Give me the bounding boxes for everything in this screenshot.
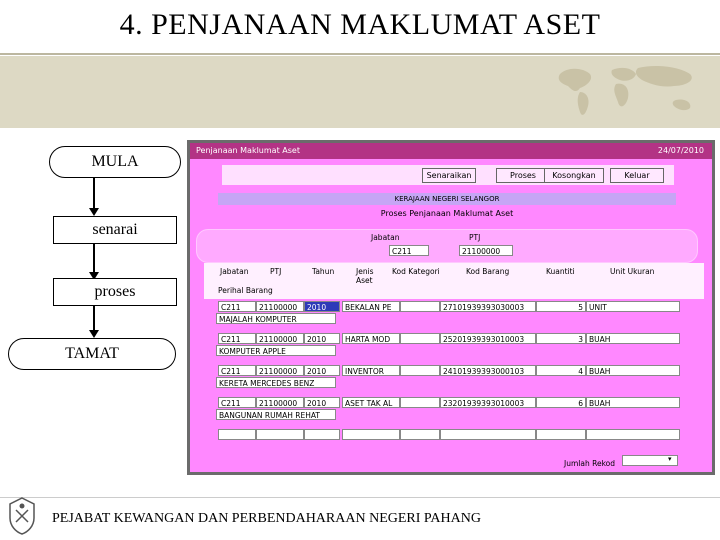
crest-logo-icon bbox=[9, 497, 35, 535]
cell-barang[interactable]: 23201939393010003 bbox=[440, 397, 536, 408]
proses-button[interactable]: Proses bbox=[496, 168, 550, 183]
cell-perihal[interactable]: KERETA MERCEDES BENZ bbox=[216, 377, 336, 388]
cell-empty[interactable] bbox=[342, 429, 400, 440]
cell-perihal[interactable]: MAJALAH KOMPUTER bbox=[216, 313, 336, 324]
cell-kategori[interactable] bbox=[400, 333, 440, 344]
cell-jabatan[interactable]: C211 bbox=[218, 301, 256, 312]
col-jabatan: Jabatan bbox=[220, 267, 249, 276]
jabatan-input[interactable]: C211 bbox=[389, 245, 429, 256]
org-header: KERAJAAN NEGERI SELANGOR bbox=[218, 193, 676, 205]
flow-node-senarai: senarai bbox=[53, 216, 177, 244]
flow-node-proses: proses bbox=[53, 278, 177, 306]
cell-empty[interactable] bbox=[440, 429, 536, 440]
cell-jenis[interactable]: ASET TAK AL bbox=[342, 397, 400, 408]
table-row: C211 21100000 2010 ASET TAK AL 232019393… bbox=[190, 395, 710, 423]
cell-barang[interactable]: 27101939393030003 bbox=[440, 301, 536, 312]
flow-arrow bbox=[93, 178, 95, 208]
cell-empty[interactable] bbox=[304, 429, 340, 440]
table-row-empty bbox=[190, 427, 710, 441]
ptj-input[interactable]: 21100000 bbox=[459, 245, 513, 256]
cell-kuantiti[interactable]: 4 bbox=[536, 365, 586, 376]
cell-tahun[interactable]: 2010 bbox=[304, 333, 340, 344]
footer-text: PEJABAT KEWANGAN DAN PERBENDAHARAAN NEGE… bbox=[52, 511, 481, 526]
col-jenis-aset: Jenis Aset bbox=[356, 267, 374, 285]
cell-barang[interactable]: 25201939393010003 bbox=[440, 333, 536, 344]
cell-empty[interactable] bbox=[400, 429, 440, 440]
flow-arrowhead bbox=[89, 330, 99, 338]
slide-title: 4. PENJANAAN MAKLUMAT ASET bbox=[119, 8, 601, 41]
ptj-label: PTJ bbox=[469, 233, 481, 242]
table-row: C211 21100000 2010 BEKALAN PE 2710193939… bbox=[190, 299, 710, 327]
window-date: 24/07/2010 bbox=[657, 146, 704, 155]
footer-divider bbox=[0, 497, 720, 498]
cell-empty[interactable] bbox=[256, 429, 304, 440]
cell-kuantiti[interactable]: 3 bbox=[536, 333, 586, 344]
table-row: C211 21100000 2010 INVENTOR 241019393930… bbox=[190, 363, 710, 391]
cell-tahun[interactable]: 2010 bbox=[304, 365, 340, 376]
cell-ptj[interactable]: 21100000 bbox=[256, 333, 304, 344]
col-ptj: PTJ bbox=[270, 267, 282, 276]
form-title: Proses Penjanaan Maklumat Aset bbox=[380, 209, 514, 218]
cell-empty[interactable] bbox=[536, 429, 586, 440]
flow-arrow bbox=[93, 306, 95, 332]
cell-perihal[interactable]: KOMPUTER APPLE bbox=[216, 345, 336, 356]
cell-unit[interactable]: BUAH bbox=[586, 397, 680, 408]
cell-kategori[interactable] bbox=[400, 397, 440, 408]
cell-ptj[interactable]: 21100000 bbox=[256, 365, 304, 376]
cell-ptj[interactable]: 21100000 bbox=[256, 301, 304, 312]
col-kuantiti: Kuantiti bbox=[546, 267, 575, 276]
col-tahun: Tahun bbox=[312, 267, 335, 276]
kosongkan-button[interactable]: Kosongkan bbox=[544, 168, 604, 183]
toolbar: Senaraikan Proses Kosongkan Keluar bbox=[222, 165, 674, 185]
col-kod-kategori: Kod Kategori bbox=[392, 267, 440, 276]
cell-unit[interactable]: UNIT bbox=[586, 301, 680, 312]
flow-arrow bbox=[93, 244, 95, 274]
dropdown-arrow-icon[interactable]: ▾ bbox=[668, 455, 672, 463]
flow-arrowhead bbox=[89, 208, 99, 216]
app-window: Penjanaan Maklumat Aset 24/07/2010 Senar… bbox=[187, 140, 715, 475]
cell-kategori[interactable] bbox=[400, 301, 440, 312]
cell-kategori[interactable] bbox=[400, 365, 440, 376]
perihal-label: Perihal Barang bbox=[218, 286, 273, 295]
flow-node-tamat: TAMAT bbox=[8, 338, 176, 370]
cell-tahun[interactable]: 2010 bbox=[304, 301, 340, 312]
cell-tahun[interactable]: 2010 bbox=[304, 397, 340, 408]
cell-jabatan[interactable]: C211 bbox=[218, 365, 256, 376]
cell-barang[interactable]: 24101939393000103 bbox=[440, 365, 536, 376]
keluar-button[interactable]: Keluar bbox=[610, 168, 664, 183]
cell-jenis[interactable]: BEKALAN PE bbox=[342, 301, 400, 312]
jumlah-rekod-label: Jumlah Rekod bbox=[564, 459, 616, 468]
cell-perihal[interactable]: BANGUNAN RUMAH REHAT bbox=[216, 409, 336, 420]
cell-empty[interactable] bbox=[218, 429, 256, 440]
col-unit-ukuran: Unit Ukuran bbox=[610, 267, 655, 276]
table-row: C211 21100000 2010 HARTA MOD 25201939393… bbox=[190, 331, 710, 359]
cell-jabatan[interactable]: C211 bbox=[218, 333, 256, 344]
filter-panel: Jabatan PTJ C211 21100000 bbox=[196, 229, 698, 263]
cell-unit[interactable]: BUAH bbox=[586, 365, 680, 376]
cell-jenis[interactable]: HARTA MOD bbox=[342, 333, 400, 344]
flowchart: MULA senarai proses TAMAT bbox=[6, 140, 186, 380]
col-kod-barang: Kod Barang bbox=[466, 267, 510, 276]
cell-kuantiti[interactable]: 5 bbox=[536, 301, 586, 312]
senaraikan-button[interactable]: Senaraikan bbox=[422, 168, 476, 183]
cell-empty[interactable] bbox=[586, 429, 680, 440]
jabatan-label: Jabatan bbox=[371, 233, 400, 242]
cell-jenis[interactable]: INVENTOR bbox=[342, 365, 400, 376]
window-title: Penjanaan Maklumat Aset bbox=[196, 146, 300, 155]
cell-kuantiti[interactable]: 6 bbox=[536, 397, 586, 408]
window-titlebar: Penjanaan Maklumat Aset 24/07/2010 bbox=[190, 143, 712, 159]
cell-unit[interactable]: BUAH bbox=[586, 333, 680, 344]
title-divider bbox=[0, 53, 720, 55]
cell-jabatan[interactable]: C211 bbox=[218, 397, 256, 408]
world-map-icon bbox=[558, 66, 692, 115]
flow-node-mula: MULA bbox=[49, 146, 181, 178]
cell-ptj[interactable]: 21100000 bbox=[256, 397, 304, 408]
